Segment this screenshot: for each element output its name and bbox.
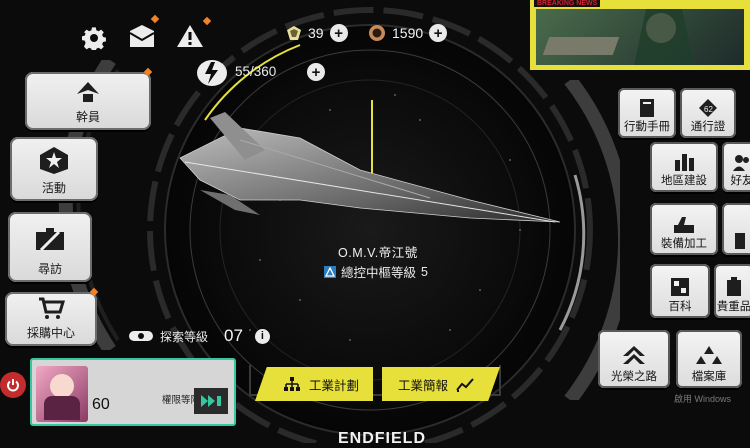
menu-handbook[interactable]: 行動手冊 bbox=[618, 88, 676, 138]
os-watermark: 啟用 Windows bbox=[674, 392, 731, 405]
mail-button[interactable] bbox=[126, 20, 158, 52]
crystal-icon bbox=[286, 25, 302, 41]
menu-friends[interactable]: 好友 bbox=[722, 142, 750, 192]
menu-headhunting[interactable]: 尋訪 bbox=[8, 212, 92, 282]
menu-encyclopedia-label: 百科 bbox=[669, 298, 692, 314]
exploration-icon bbox=[128, 329, 154, 343]
power-icon bbox=[6, 378, 20, 392]
stamina-value: 55/360 bbox=[235, 64, 276, 79]
valuables-icon bbox=[724, 276, 744, 298]
menu-equipment[interactable]: 裝備加工 bbox=[650, 203, 718, 255]
info-icon[interactable]: i bbox=[255, 329, 270, 344]
industrial-summary-tab[interactable]: 工業簡報 bbox=[382, 367, 500, 401]
trend-icon bbox=[456, 376, 474, 392]
encyclopedia-icon bbox=[669, 276, 691, 298]
menu-friends-label: 好友 bbox=[731, 172, 750, 188]
headhunting-icon bbox=[33, 226, 67, 256]
rank-icon bbox=[200, 394, 222, 408]
glory-icon bbox=[621, 344, 647, 368]
currency-b: 1590 + bbox=[368, 24, 447, 42]
currency-a-value: 39 bbox=[308, 25, 324, 41]
menu-shop-label: 採購中心 bbox=[27, 324, 75, 341]
control-center[interactable]: 總控中樞等級 5 bbox=[324, 262, 428, 281]
mail-icon bbox=[128, 23, 156, 49]
menu-road-of-glory-label: 光榮之路 bbox=[611, 368, 657, 384]
currency-a: 39 + bbox=[286, 24, 348, 42]
currency-b-value: 1590 bbox=[392, 25, 423, 41]
exploration-level[interactable]: 探索等級 07 i bbox=[128, 325, 278, 347]
gear-icon bbox=[82, 26, 106, 50]
menu-regional-dev[interactable]: 地區建設 bbox=[650, 142, 718, 192]
menu-headhunting-label: 尋訪 bbox=[38, 260, 62, 277]
menu-events[interactable]: 活動 bbox=[10, 137, 98, 201]
menu-regional-dev-label: 地區建設 bbox=[661, 172, 707, 188]
menu-operators-label: 幹員 bbox=[76, 108, 100, 125]
currency-a-add-button[interactable]: + bbox=[330, 24, 348, 42]
menu-road-of-glory[interactable]: 光榮之路 bbox=[598, 330, 670, 388]
menu-operators[interactable]: 幹員 bbox=[25, 72, 151, 130]
notice-button[interactable] bbox=[174, 20, 206, 52]
operators-icon bbox=[73, 80, 103, 104]
menu-archives[interactable]: 檔案庫 bbox=[676, 330, 742, 388]
player-level: 60 bbox=[92, 396, 110, 414]
industrial-summary-label: 工業簡報 bbox=[398, 375, 448, 394]
menu-encyclopedia[interactable]: 百科 bbox=[650, 264, 710, 318]
org-chart-icon bbox=[283, 376, 301, 392]
industrial-plan-tab[interactable]: 工業計劃 bbox=[255, 367, 373, 401]
menu-more-right[interactable] bbox=[722, 203, 750, 255]
power-button[interactable] bbox=[0, 372, 26, 398]
menu-valuables[interactable]: 貴重品 bbox=[714, 264, 750, 318]
stamina-add-button[interactable]: + bbox=[307, 63, 325, 81]
exploration-value: 07 bbox=[224, 326, 243, 346]
menu-shop[interactable]: 採購中心 bbox=[5, 292, 97, 346]
menu-archives-label: 檔案庫 bbox=[692, 368, 727, 384]
endfield-logo: ENDFIELD bbox=[338, 430, 426, 448]
rank-badge bbox=[194, 388, 228, 414]
building-icon bbox=[673, 152, 695, 172]
tile-icon bbox=[732, 231, 748, 251]
ship-name: O.M.V.帝江號 bbox=[338, 242, 418, 261]
menu-valuables-label: 貴重品 bbox=[717, 298, 750, 314]
player-card[interactable]: 60 權限等階 bbox=[30, 358, 236, 426]
origeometry-icon bbox=[368, 24, 386, 42]
pass-icon: 62 bbox=[698, 98, 718, 118]
handbook-icon bbox=[638, 98, 656, 118]
warning-icon bbox=[176, 23, 204, 49]
news-image bbox=[536, 9, 744, 65]
stamina-icon bbox=[195, 58, 231, 88]
exploration-label: 探索等級 bbox=[160, 328, 208, 345]
svg-text:62: 62 bbox=[704, 105, 713, 114]
news-banner[interactable]: BREAKING NEWS bbox=[530, 0, 750, 70]
menu-handbook-label: 行動手冊 bbox=[624, 118, 670, 134]
control-label: 總控中樞等級 bbox=[341, 262, 416, 281]
archives-icon bbox=[696, 344, 722, 368]
menu-equipment-label: 裝備加工 bbox=[661, 235, 707, 251]
settings-button[interactable] bbox=[78, 22, 110, 54]
main-screen: 39 + 1590 + 55/360 + 幹員 活動 尋訪 採購中心 探索等級 bbox=[0, 0, 750, 443]
player-avatar bbox=[36, 366, 88, 422]
currency-b-add-button[interactable]: + bbox=[429, 24, 447, 42]
menu-pass[interactable]: 62 通行證 bbox=[680, 88, 736, 138]
equipment-icon bbox=[672, 215, 696, 235]
friends-icon bbox=[732, 154, 750, 172]
control-level: 5 bbox=[421, 265, 428, 279]
industrial-plan-label: 工業計劃 bbox=[309, 375, 359, 394]
event-icon bbox=[37, 145, 71, 175]
news-banner-label: BREAKING NEWS bbox=[534, 0, 600, 7]
menu-events-label: 活動 bbox=[42, 179, 66, 196]
control-icon bbox=[324, 266, 336, 278]
stamina-widget: 55/360 + bbox=[195, 58, 335, 88]
menu-pass-label: 通行證 bbox=[691, 118, 726, 134]
shop-icon bbox=[36, 296, 66, 320]
